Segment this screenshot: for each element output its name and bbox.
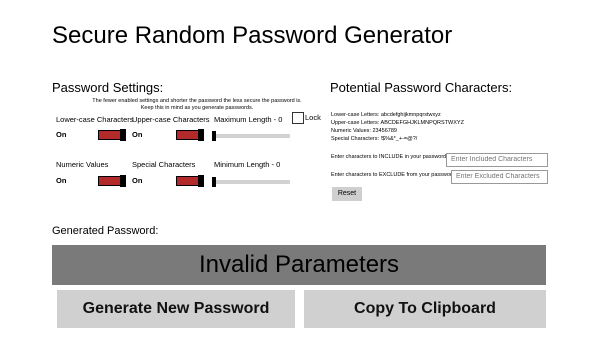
character-list: Lower-case Letters: abcdefghijkmnpqrstwx…	[331, 111, 464, 143]
numeric-chars: Numeric Values: 23456789	[331, 128, 397, 134]
special-state: On	[132, 176, 143, 185]
exclude-label: Enter characters to EXCLUDE from your pa…	[331, 172, 457, 178]
special-toggle[interactable]	[176, 175, 204, 187]
numeric-toggle[interactable]	[98, 175, 126, 187]
include-input[interactable]	[446, 153, 548, 167]
uppercase-toggle[interactable]	[176, 129, 204, 141]
uppercase-chars: Upper-case Letters: ABCDEFGHJKLMNPQRSTWX…	[331, 120, 464, 126]
toggle-thumb	[120, 175, 126, 187]
generated-password-display: Invalid Parameters	[52, 245, 546, 285]
max-length-label: Maximum Length - 0	[214, 115, 283, 124]
numeric-label: Numeric Values	[56, 160, 109, 169]
lock-label: Lock	[305, 113, 321, 122]
include-label: Enter characters to INCLUDE in your pass…	[331, 154, 448, 160]
generated-heading: Generated Password:	[52, 225, 159, 237]
max-length-slider[interactable]	[212, 131, 290, 141]
lowercase-chars: Lower-case Letters: abcdefghijkmnpqrstwx…	[331, 112, 441, 118]
lowercase-label: Lower-case Characters	[56, 115, 134, 124]
security-note-line2: Keep this in mind as you generate passwo…	[140, 105, 254, 111]
lowercase-toggle[interactable]	[98, 129, 126, 141]
special-chars: Special Characters: !$%&*_+-=@?/	[331, 136, 418, 142]
exclude-input[interactable]	[451, 170, 548, 184]
numeric-state: On	[56, 176, 67, 185]
security-note: The fewer enabled settings and shorter t…	[82, 98, 312, 112]
reset-button[interactable]: Reset	[332, 187, 362, 201]
special-label: Special Characters	[132, 160, 196, 169]
min-length-label: Minimum Length - 0	[214, 160, 281, 169]
lock-checkbox[interactable]	[292, 112, 304, 124]
toggle-thumb	[198, 175, 204, 187]
generate-button[interactable]: Generate New Password	[57, 290, 295, 328]
slider-thumb[interactable]	[212, 131, 216, 141]
uppercase-label: Upper-case Characters	[132, 115, 210, 124]
lowercase-state: On	[56, 130, 67, 139]
potential-heading: Potential Password Characters:	[330, 80, 513, 95]
min-length-slider[interactable]	[212, 177, 290, 187]
slider-thumb[interactable]	[212, 177, 216, 187]
toggle-thumb	[198, 129, 204, 141]
uppercase-state: On	[132, 130, 143, 139]
app-title: Secure Random Password Generator	[52, 22, 453, 49]
security-note-line1: The fewer enabled settings and shorter t…	[92, 98, 302, 104]
toggle-thumb	[120, 129, 126, 141]
settings-heading: Password Settings:	[52, 80, 164, 95]
copy-button[interactable]: Copy To Clipboard	[304, 290, 546, 328]
